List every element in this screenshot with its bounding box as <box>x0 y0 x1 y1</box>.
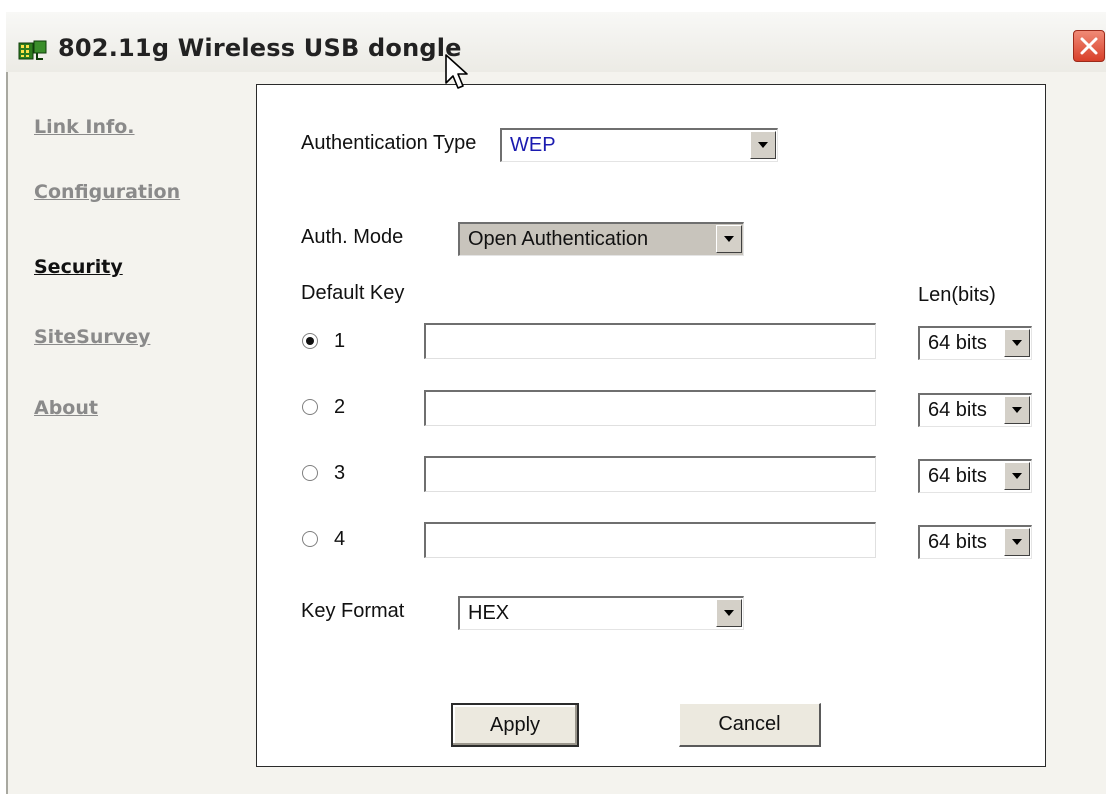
default-key-radio-1[interactable] <box>302 333 318 349</box>
key-length-select-3[interactable]: 64 bits <box>918 459 1032 493</box>
nav-link-link-info[interactable]: Link Info. <box>34 116 135 138</box>
auth-mode-select[interactable]: Open Authentication <box>458 222 744 256</box>
close-button[interactable] <box>1073 30 1105 62</box>
chevron-down-icon <box>1012 340 1022 346</box>
key-number-3: 3 <box>334 462 346 484</box>
dropdown-button[interactable] <box>1004 396 1030 424</box>
close-icon <box>1080 37 1098 55</box>
nav-link-about[interactable]: About <box>34 397 98 419</box>
window-title: 802.11g Wireless USB dongle <box>58 34 462 62</box>
key-format-label: Key Format <box>301 600 405 622</box>
nav-link-security[interactable]: Security <box>34 256 123 278</box>
network-adapter-icon <box>18 40 47 60</box>
authentication-type-value: WEP <box>510 134 556 156</box>
chevron-down-icon <box>1012 539 1022 545</box>
key-length-select-4[interactable]: 64 bits <box>918 525 1032 559</box>
nav-link-sitesurvey[interactable]: SiteSurvey <box>34 326 150 348</box>
wep-key-field-3[interactable] <box>424 456 876 492</box>
default-key-radio-3[interactable] <box>302 465 318 481</box>
dropdown-button[interactable] <box>750 131 776 159</box>
cancel-button[interactable]: Cancel <box>679 703 821 747</box>
authentication-type-select[interactable]: WEP <box>500 128 778 162</box>
dropdown-button[interactable] <box>716 599 742 627</box>
key-number-2: 2 <box>334 396 346 418</box>
chevron-down-icon <box>724 236 734 242</box>
key-length-value-1: 64 bits <box>928 332 987 354</box>
key-number-4: 4 <box>334 528 346 550</box>
dropdown-button[interactable] <box>1004 528 1030 556</box>
key-format-select[interactable]: HEX <box>458 596 744 630</box>
nav-link-configuration[interactable]: Configuration <box>34 181 180 203</box>
mouse-cursor-icon <box>445 54 468 89</box>
wep-key-field-2[interactable] <box>424 390 876 426</box>
dropdown-button[interactable] <box>1004 462 1030 490</box>
chevron-down-icon <box>724 610 734 616</box>
apply-button[interactable]: Apply <box>451 703 579 747</box>
radio-selected-dot <box>306 337 314 345</box>
key-length-value-2: 64 bits <box>928 399 987 421</box>
chevron-down-icon <box>1012 407 1022 413</box>
wep-key-field-1[interactable] <box>424 323 876 359</box>
authentication-type-label: Authentication Type <box>301 132 477 154</box>
len-bits-label: Len(bits) <box>918 284 996 306</box>
default-key-radio-4[interactable] <box>302 531 318 547</box>
key-length-select-1[interactable]: 64 bits <box>918 326 1032 360</box>
auth-mode-value: Open Authentication <box>468 228 649 250</box>
auth-mode-label: Auth. Mode <box>301 226 404 248</box>
key-length-value-4: 64 bits <box>928 531 987 553</box>
dropdown-button[interactable] <box>716 225 742 253</box>
default-key-label: Default Key <box>301 282 405 304</box>
app-window: 802.11g Wireless USB dongle Link Info. C… <box>0 0 1108 794</box>
key-length-select-2[interactable]: 64 bits <box>918 393 1032 427</box>
chevron-down-icon <box>758 142 768 148</box>
default-key-radio-2[interactable] <box>302 399 318 415</box>
chevron-down-icon <box>1012 473 1022 479</box>
key-format-value: HEX <box>468 602 510 624</box>
key-length-value-3: 64 bits <box>928 465 987 487</box>
dropdown-button[interactable] <box>1004 329 1030 357</box>
key-number-1: 1 <box>334 330 346 352</box>
title-bar[interactable]: 802.11g Wireless USB dongle <box>6 12 1106 72</box>
wep-key-field-4[interactable] <box>424 522 876 558</box>
